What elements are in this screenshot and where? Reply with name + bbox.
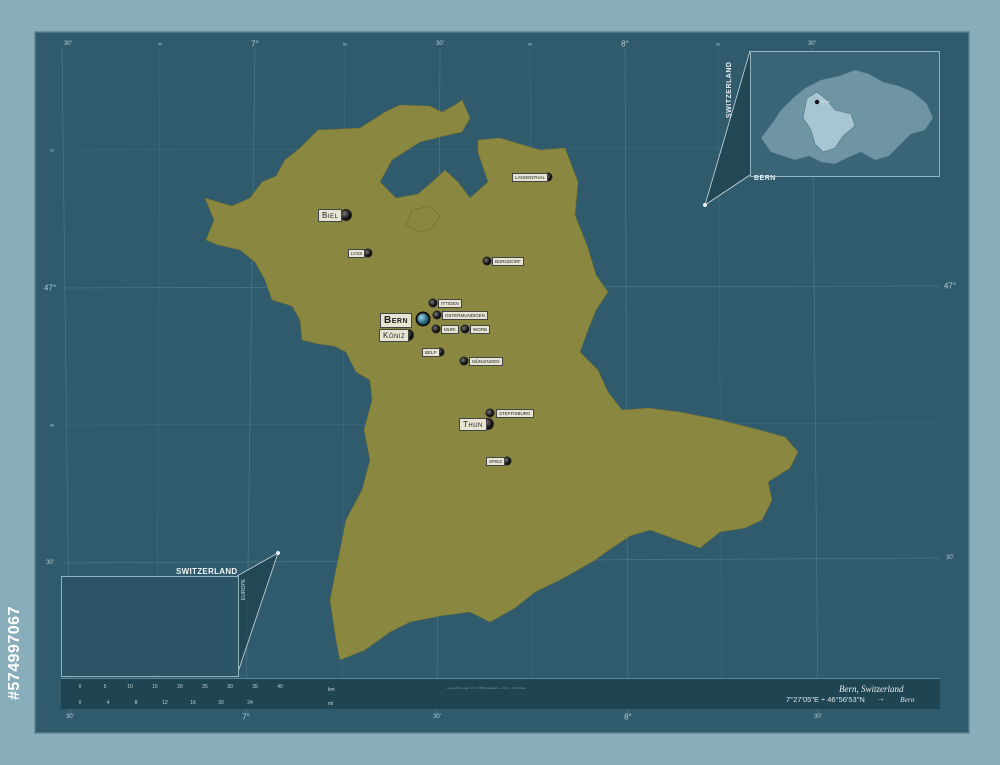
- scale-mi-tick: 8: [134, 700, 138, 706]
- city-marker-bern[interactable]: [415, 311, 431, 327]
- scale-km-tick: 15: [152, 684, 158, 690]
- city-label-ittigen: Ittigen: [438, 299, 462, 308]
- city-label-spiez: Spiez: [486, 457, 506, 466]
- graticule-bottom-label: 30': [433, 714, 441, 720]
- arrow-right-icon: →: [877, 694, 885, 703]
- scale-mi-tick: 0: [78, 700, 82, 706]
- scale-km-tick: 5: [103, 684, 107, 690]
- map-title: Bern, Switzerland: [839, 684, 904, 694]
- scale-mi-unit: mi: [328, 701, 334, 707]
- graticule-left-label: 30': [46, 560, 54, 566]
- world-inset-title: Switzerland: [176, 567, 238, 576]
- graticule-top-label: 30': [64, 41, 72, 47]
- world-inset-subtitle: Europe: [241, 578, 247, 600]
- city-label-bern: Bern: [380, 313, 413, 328]
- graticule-top-label: 30': [808, 41, 816, 47]
- graticule-right-label: 47°: [943, 281, 957, 291]
- graticule-top-label: 30': [436, 41, 444, 47]
- graticule-top-label: 8°: [621, 39, 629, 49]
- city-marker-steffisburg[interactable]: [485, 408, 495, 418]
- region-bern-shape: [204, 99, 799, 661]
- graticule-minor-label: 40: [49, 422, 55, 428]
- city-label-lyss: Lyss: [348, 249, 366, 258]
- city-label-biel: Biel: [318, 209, 343, 222]
- graticule-bottom-label: 30': [66, 714, 74, 720]
- city-label-munsingen: Münsingen: [469, 357, 503, 366]
- switzerland-inset-region-label: Bern: [754, 175, 776, 182]
- city-label-worb: Worb: [470, 325, 490, 334]
- scale-km-tick: 0: [78, 684, 82, 690]
- city-marker-munsingen[interactable]: [459, 356, 469, 366]
- scale-mi-tick: 12: [162, 700, 168, 706]
- scale-km-tick: 10: [127, 684, 133, 690]
- scale-km-tick: 30: [227, 684, 233, 690]
- graticule-minor-label: 40: [527, 41, 533, 47]
- graticule-bottom-label: 30': [814, 714, 822, 720]
- switzerland-inset-country-label: Switzerland: [726, 61, 733, 118]
- city-label-ostermundigen: Ostermundigen: [442, 311, 489, 320]
- city-label-muri: Muri: [441, 325, 459, 334]
- map-fine-print: Area of the map: 171 × 158 kilometers — …: [447, 686, 526, 690]
- world-inset-map: [61, 576, 239, 677]
- scale-km-tick: 40: [277, 684, 283, 690]
- scale-mi-tick: 16: [190, 700, 196, 706]
- city-label-koniz: Köniz: [379, 329, 410, 342]
- city-marker-muri[interactable]: [431, 324, 441, 334]
- city-label-thun: Thun: [459, 418, 487, 431]
- scale-mi-tick: 4: [106, 700, 110, 706]
- city-marker-worb[interactable]: [460, 324, 470, 334]
- switzerland-inset-shape: [750, 69, 934, 203]
- city-marker-ittigen[interactable]: [428, 298, 438, 308]
- scale-mi-tick: 24: [247, 700, 253, 706]
- scale-km-tick: 20: [177, 684, 183, 690]
- graticule-bottom-label: 8°: [624, 712, 632, 722]
- scale-km-tick: 25: [202, 684, 208, 690]
- map-coordinates: 7°27'05"E ÷ 46°56'53"N: [786, 695, 865, 704]
- scale-mi-tick: 20: [218, 700, 224, 706]
- switzerland-inset-map: Bern: [750, 51, 940, 203]
- graticule-bottom-label: 7°: [242, 712, 250, 722]
- city-label-steffisburg: Steffisburg: [496, 409, 534, 418]
- city-marker-ostermundigen[interactable]: [432, 310, 442, 320]
- city-marker-burgdorf[interactable]: [482, 256, 492, 266]
- graticule-right-label: 30': [946, 555, 954, 561]
- stock-id-watermark: #574997067: [6, 606, 23, 700]
- scale-km-unit: km: [328, 687, 335, 693]
- city-label-belp: Belp: [422, 348, 440, 357]
- scale-km-tick: 35: [252, 684, 258, 690]
- graticule-top-label: 7°: [251, 39, 259, 49]
- graticule-minor-label: 50: [342, 41, 348, 47]
- graticule-left-label: 47°: [43, 283, 57, 293]
- graticule-minor-label: 40: [157, 41, 163, 47]
- map-coordinates-region: Bern: [900, 695, 915, 704]
- switzerland-inset-point-label: Bern: [821, 99, 830, 104]
- graticule-minor-label: 10: [49, 147, 55, 153]
- graticule-minor-label: 50: [715, 41, 721, 47]
- city-label-burgdorf: Burgdorf: [492, 257, 524, 266]
- city-label-langenthal: Langenthal: [512, 173, 549, 182]
